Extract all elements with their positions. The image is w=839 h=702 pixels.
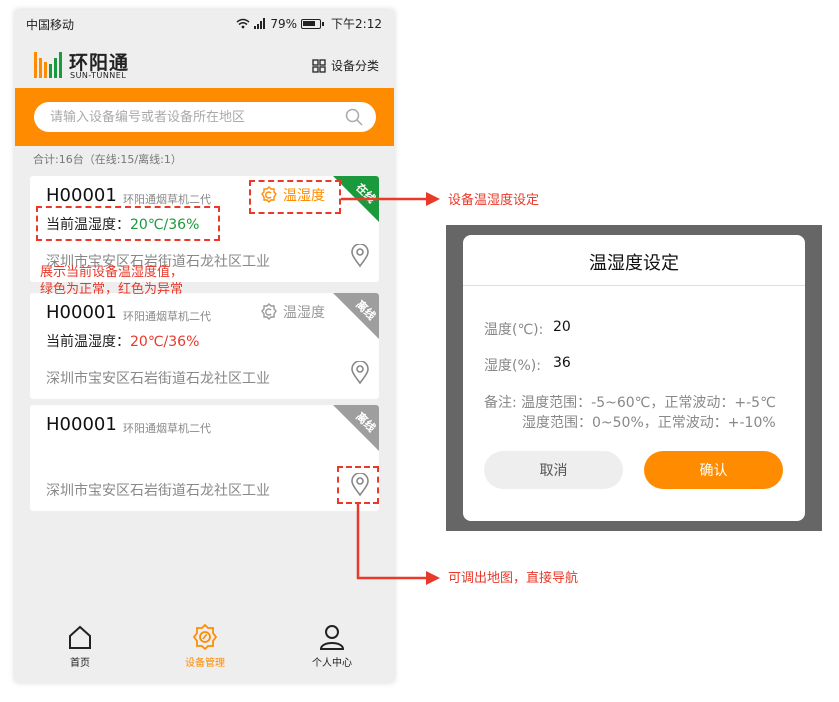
map-note: 可调出地图，直接导航	[448, 571, 579, 586]
dialog-divider	[463, 285, 805, 286]
dialog-overlay: 温湿度设定 温度(℃): 20 湿度(%): 36 备注: 温度范围：-5~60…	[446, 225, 822, 531]
temp-field-input[interactable]: 20	[553, 319, 571, 335]
th-setting-note: 设备温湿度设定	[448, 193, 540, 208]
arrow-line-map	[356, 504, 428, 580]
canvas: 中国移动 79% 下午2:12 环阳通 SUN-TUNNEL 设备分类 请输入设…	[0, 0, 839, 702]
remark-line2: 湿度范围：0~50%，正常波动：+-10%	[522, 415, 776, 431]
humidity-field-input[interactable]: 36	[553, 355, 571, 371]
remark-line1: 备注: 温度范围：-5~60℃，正常波动：+-5℃	[484, 395, 776, 411]
cancel-button[interactable]: 取消	[484, 451, 623, 489]
dialog-title: 温湿度设定	[589, 253, 679, 274]
remark: 备注: 温度范围：-5~60℃，正常波动：+-5℃ 湿度范围：0~50%，正常波…	[484, 393, 794, 433]
confirm-button[interactable]: 确认	[644, 451, 783, 489]
temp-field-label: 温度(℃):	[484, 322, 544, 338]
arrow-head-map	[426, 571, 440, 585]
temp-humidity-dialog: 温湿度设定 温度(℃): 20 湿度(%): 36 备注: 温度范围：-5~60…	[463, 235, 805, 521]
arrow-head-th	[426, 192, 440, 206]
humidity-field-label: 湿度(%):	[484, 358, 541, 374]
